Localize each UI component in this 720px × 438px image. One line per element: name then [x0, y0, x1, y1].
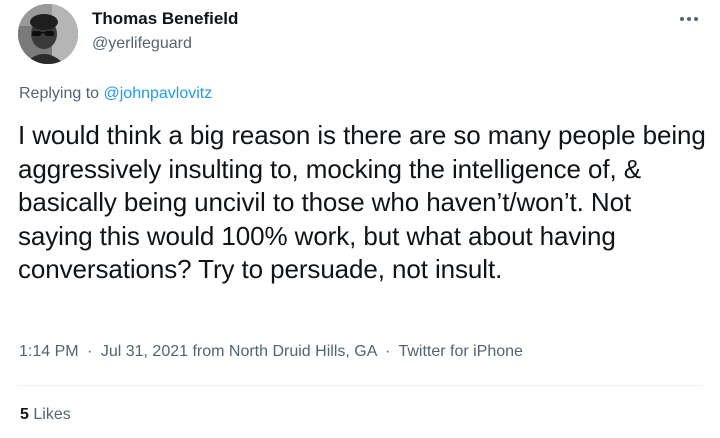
tweet-date-location[interactable]: Jul 31, 2021 from North Druid Hills, GA	[101, 343, 377, 360]
author-handle[interactable]: @yerlifeguard	[92, 35, 192, 53]
author-display-name[interactable]: Thomas Benefield	[92, 9, 238, 29]
tweet-text: I would think a big reason is there are …	[18, 120, 706, 285]
tweet-card: Thomas Benefield @yerlifeguard Replying …	[0, 0, 720, 438]
author-avatar[interactable]	[18, 4, 78, 64]
divider	[18, 385, 702, 386]
tweet-source[interactable]: Twitter for iPhone	[398, 343, 523, 360]
replying-to-label: Replying to	[19, 85, 100, 102]
tweet-metadata: 1:14 PM · Jul 31, 2021 from North Druid …	[19, 343, 523, 361]
meta-separator: ·	[384, 343, 391, 360]
reply-target-link[interactable]: @johnpavlovitz	[104, 85, 213, 102]
avatar-image	[18, 4, 78, 64]
replying-to: Replying to @johnpavlovitz	[19, 85, 212, 103]
tweet-time[interactable]: 1:14 PM	[19, 343, 79, 360]
likes-stat[interactable]: 5 Likes	[20, 406, 71, 424]
likes-count: 5	[20, 406, 29, 423]
meta-separator: ·	[87, 343, 93, 360]
more-horizontal-icon[interactable]	[676, 8, 702, 30]
likes-label: Likes	[33, 406, 71, 423]
